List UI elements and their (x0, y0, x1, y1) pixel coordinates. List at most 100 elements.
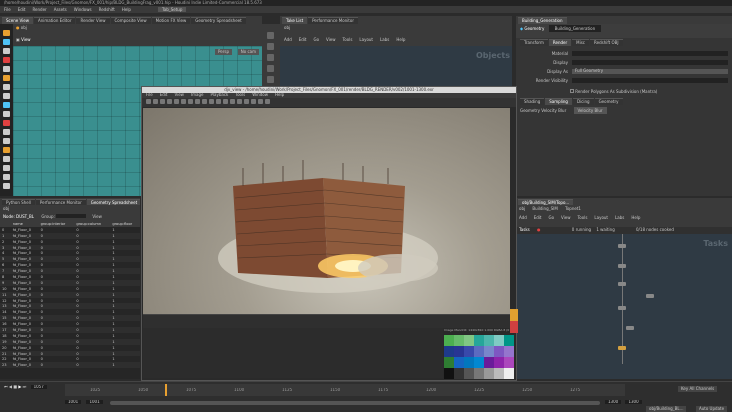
djv-tool-icon[interactable] (195, 99, 200, 104)
color-swatch[interactable] (464, 368, 474, 379)
color-swatch[interactable] (504, 357, 514, 368)
menu-item-1[interactable]: Edit (18, 7, 26, 12)
djv-tool-icon[interactable] (181, 99, 186, 104)
djv-playbar[interactable] (143, 314, 510, 328)
djv-tool-icon[interactable] (153, 99, 158, 104)
top-node[interactable] (618, 282, 626, 286)
shelf-tool-icon[interactable] (3, 165, 10, 171)
color-swatch[interactable] (484, 368, 494, 379)
viewport-path[interactable]: obj (21, 25, 27, 30)
tasks-menu-item-2[interactable]: Go (549, 215, 555, 220)
color-swatch[interactable] (474, 335, 484, 346)
top-node[interactable] (618, 346, 626, 350)
params-subtab2-3[interactable]: Geometry (594, 98, 623, 105)
color-swatch[interactable] (444, 357, 454, 368)
network-menu-item-1[interactable]: Edit (299, 37, 307, 42)
djv-tool-icon[interactable] (202, 99, 207, 104)
viewport-tool-icon[interactable] (267, 76, 274, 83)
color-swatch[interactable] (454, 335, 464, 346)
shelf-tool-icon[interactable] (3, 75, 10, 81)
djv-tool-icon[interactable] (188, 99, 193, 104)
shelf-tool-icon[interactable] (3, 39, 10, 45)
viewport-tab-4[interactable]: Motion FX View (151, 17, 191, 24)
color-swatch[interactable] (454, 357, 464, 368)
menu-item-4[interactable]: Windows (74, 7, 92, 12)
params-subtab-2[interactable]: Misc (572, 39, 590, 46)
param-field[interactable] (572, 60, 728, 65)
node-name-field[interactable]: Building_Generation (548, 25, 602, 32)
djv-menu-item-0[interactable]: File (146, 93, 153, 97)
djv-menu-item-7[interactable]: Help (275, 93, 284, 97)
color-swatch[interactable] (484, 346, 494, 357)
param-field[interactable] (572, 51, 728, 56)
tasks-menu-item-1[interactable]: Edit (534, 215, 542, 220)
color-swatch[interactable] (494, 346, 504, 357)
color-swatch[interactable] (464, 335, 474, 346)
top-node[interactable] (618, 306, 626, 310)
network-menu-item-3[interactable]: View (326, 37, 336, 42)
djv-tool-icon[interactable] (160, 99, 165, 104)
shelf-tool-icon[interactable] (3, 129, 10, 135)
end-frame[interactable]: 1300 (605, 400, 622, 404)
playback-controls[interactable]: ⏮ ◀ ■ ▶ ⏭ 1057 (4, 385, 47, 389)
viewport-tab-1[interactable]: Animation Editor (33, 17, 76, 24)
menu-item-6[interactable]: Help (122, 7, 131, 12)
obj-path-label[interactable]: obj/Building_BL... (646, 406, 687, 412)
param-field[interactable]: Full Geometry (572, 69, 728, 74)
djv-tool-icon[interactable] (237, 99, 242, 104)
start-frame-2[interactable]: 1001 (86, 400, 103, 404)
djv-tool-icon[interactable] (258, 99, 263, 104)
djv-tool-icon[interactable] (251, 99, 256, 104)
tasks-menu-item-5[interactable]: Layout (594, 215, 608, 220)
shelf-tool-icon[interactable] (3, 174, 10, 180)
shelf-tool-icon[interactable] (3, 120, 10, 126)
shelf-tool-icon[interactable] (3, 111, 10, 117)
subdiv-checkbox[interactable] (570, 89, 574, 93)
color-swatch[interactable] (494, 368, 504, 379)
top-node[interactable] (618, 244, 626, 248)
top-node[interactable] (626, 326, 634, 330)
djv-tool-icon[interactable] (216, 99, 221, 104)
color-swatch[interactable] (504, 368, 514, 379)
params-subtab-3[interactable]: Redshift OBJ (590, 39, 623, 46)
stop-icon[interactable]: ● (537, 227, 541, 232)
viewport-tab-0[interactable]: Scene View (2, 17, 33, 24)
viewport-tab-5[interactable]: Geometry Spreadsheet (191, 17, 246, 24)
shelf-tool-icon[interactable] (3, 156, 10, 162)
viewport-tab-2[interactable]: Render View (76, 17, 110, 24)
start-frame[interactable]: 1001 (65, 400, 82, 404)
color-swatch[interactable] (464, 357, 474, 368)
color-swatch[interactable] (454, 346, 464, 357)
geometry-spreadsheet[interactable]: name group:interior group:column group:floo… (0, 221, 140, 379)
params-subtab2-2[interactable]: Dicing (572, 98, 594, 105)
shelf-tool-icon[interactable] (3, 183, 10, 189)
viewport-tool-icon[interactable] (267, 43, 274, 50)
djv-menu-item-6[interactable]: Window (252, 93, 268, 97)
network-menu-item-7[interactable]: Help (396, 37, 405, 42)
color-swatch[interactable] (494, 335, 504, 346)
viewport-tab-3[interactable]: Composite View (110, 17, 151, 24)
shelf-tool-icon[interactable] (3, 102, 10, 108)
auto-update-button[interactable]: Auto Update (696, 406, 728, 412)
djv-menu-item-3[interactable]: Image (191, 93, 204, 97)
side-swatch[interactable] (510, 321, 518, 333)
color-swatch[interactable] (504, 346, 514, 357)
view-button[interactable]: View (92, 214, 102, 219)
network-menu-item-4[interactable]: Tools (343, 37, 353, 42)
menu-item-3[interactable]: Assets (54, 7, 67, 12)
desktop-menu[interactable]: Tab_Setup (157, 6, 187, 12)
network-menu-item-6[interactable]: Labs (380, 37, 389, 42)
tasks-menu-item-7[interactable]: Help (631, 215, 640, 220)
menu-item-2[interactable]: Render (32, 7, 46, 12)
top-node[interactable] (646, 294, 654, 298)
velocity-menu[interactable]: Velocity Blur (573, 107, 607, 114)
djv-menu-item-1[interactable]: Edit (160, 93, 168, 97)
tasks-network[interactable]: Tasks (516, 234, 732, 379)
color-swatch[interactable] (484, 335, 494, 346)
shelf-tool-icon[interactable] (3, 66, 10, 72)
djv-timeline[interactable] (143, 328, 443, 378)
color-swatch[interactable] (504, 335, 514, 346)
network-tab-1[interactable]: Performance Monitor (308, 17, 358, 24)
stop-icon[interactable]: ■ (13, 385, 17, 389)
color-swatch[interactable] (464, 346, 474, 357)
